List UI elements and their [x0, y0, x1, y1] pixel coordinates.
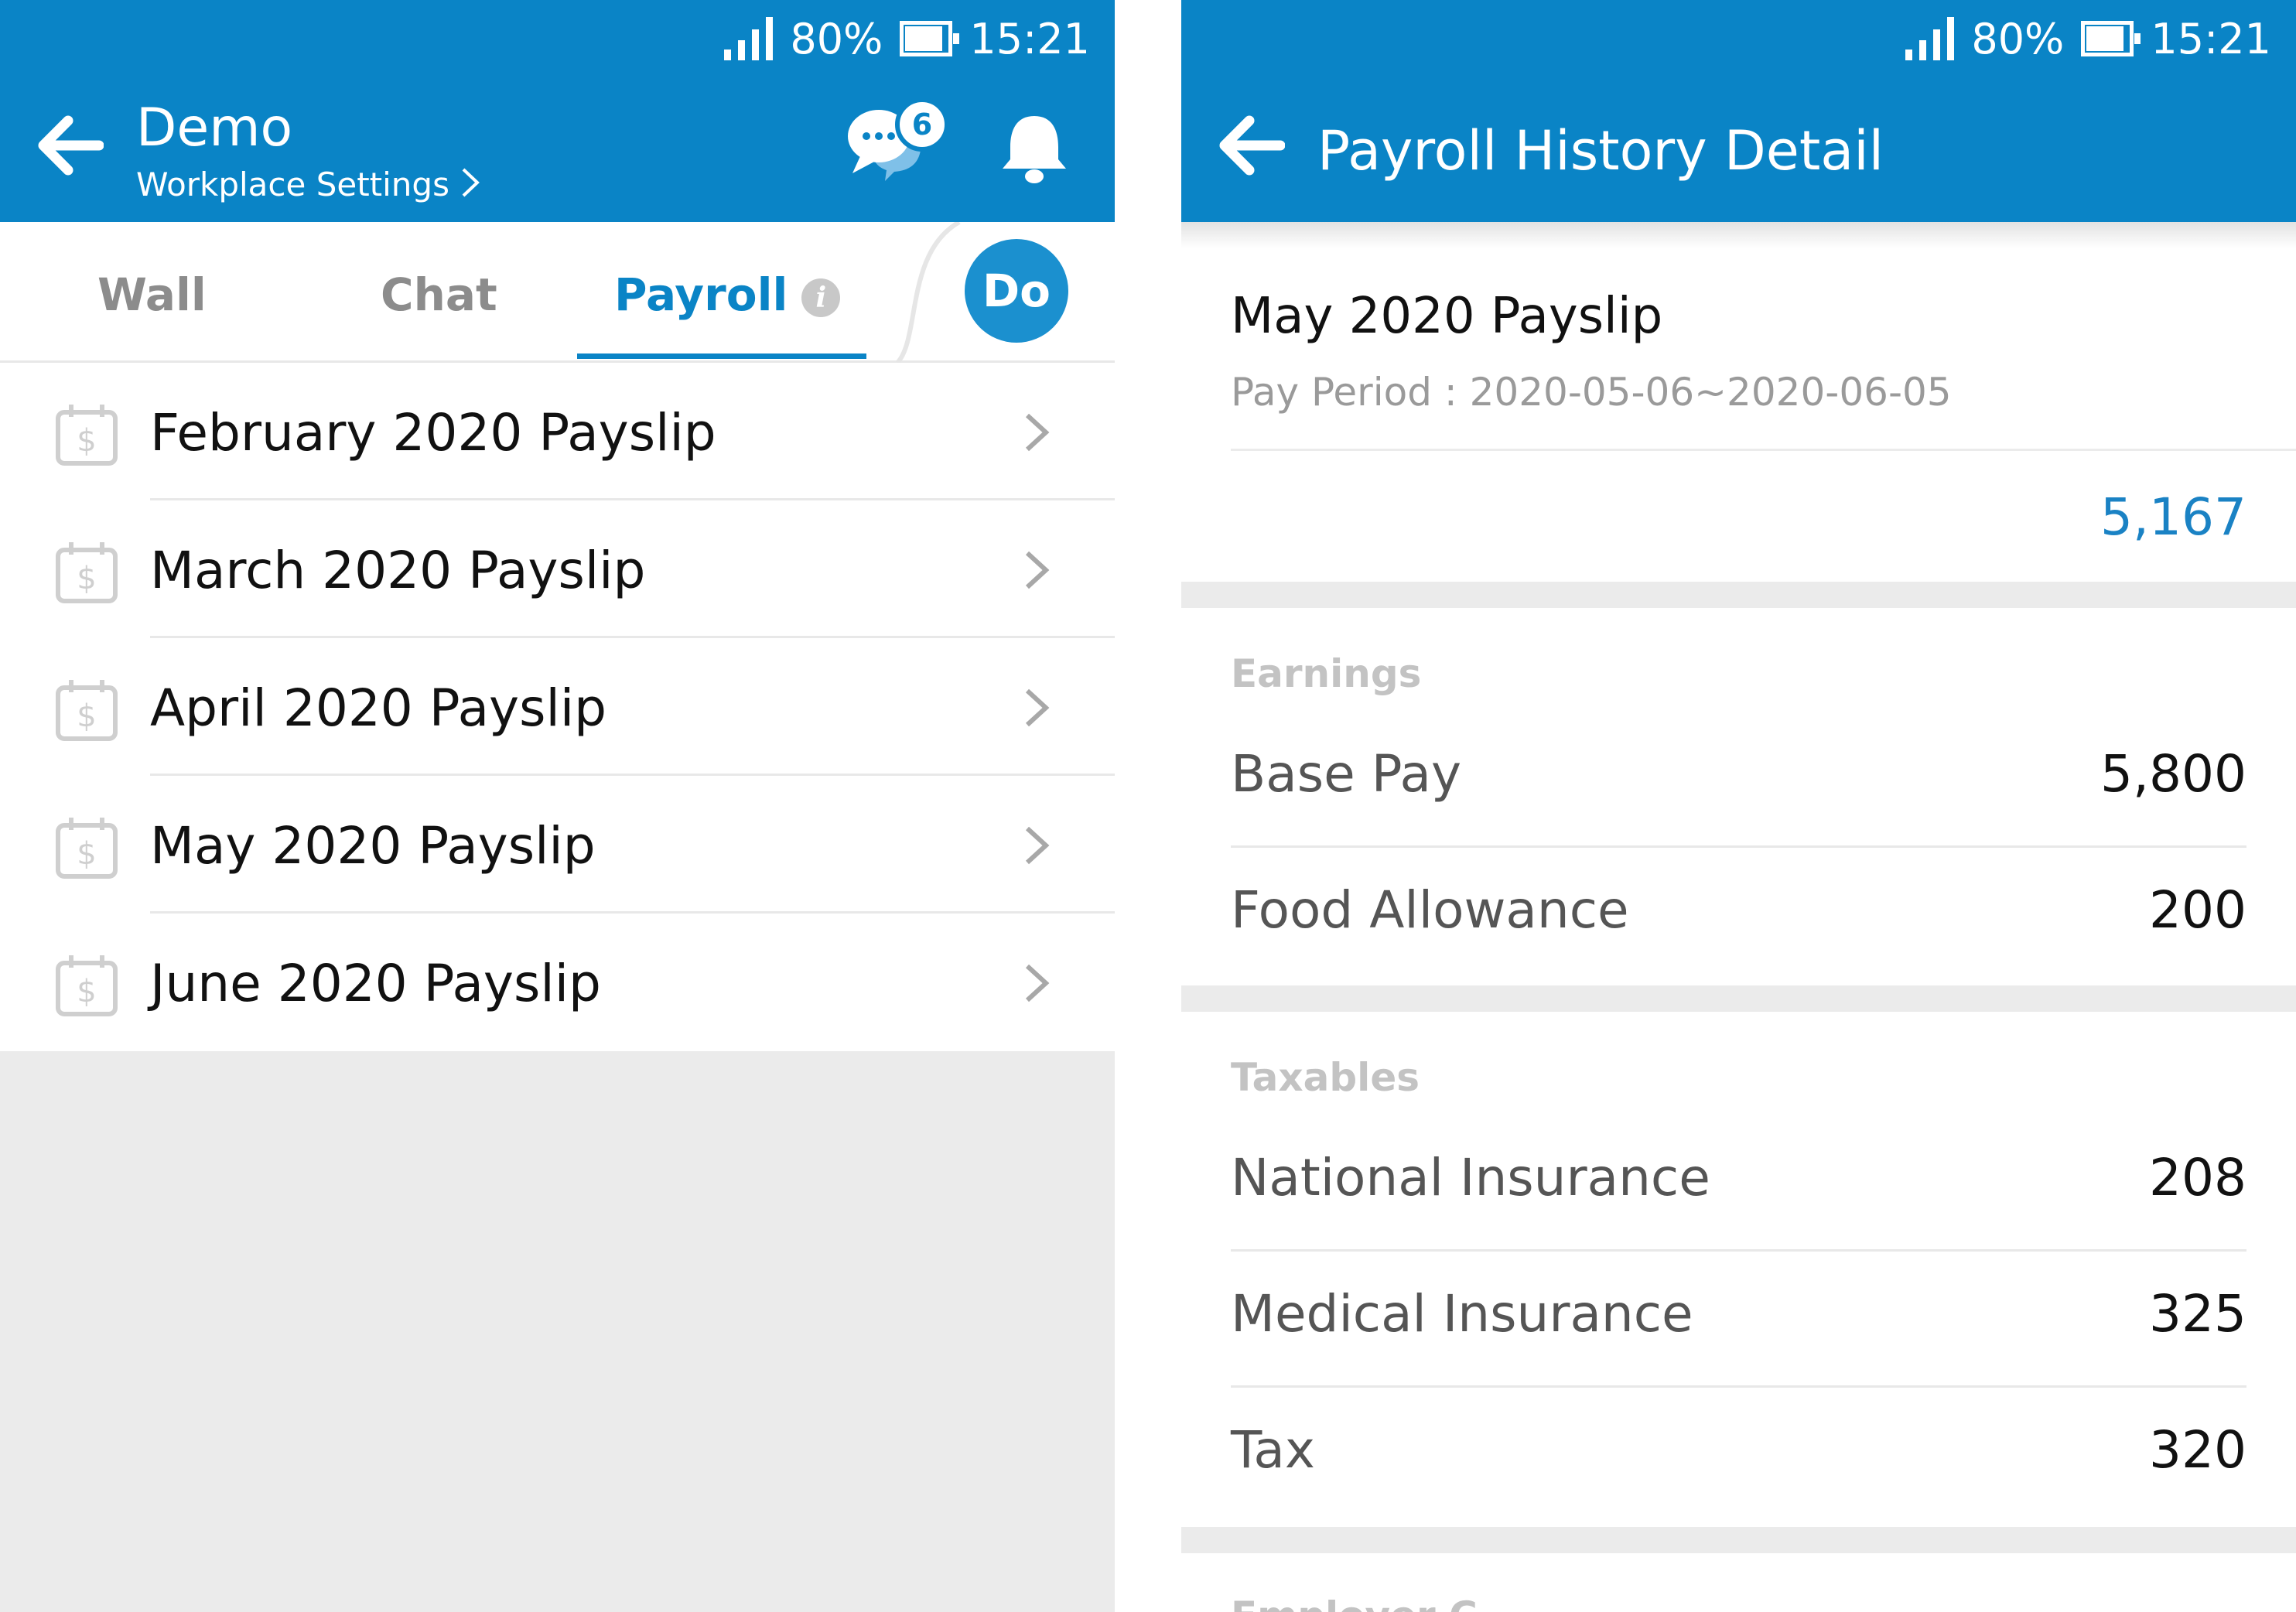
earnings-row: Food Allowance 200 [1231, 848, 2246, 984]
taxable-row: National Insurance 208 [1231, 1115, 2246, 1252]
status-bar: 80% 15:21 [724, 11, 1090, 67]
svg-text:$: $ [77, 423, 96, 459]
workplace-settings-label: Workplace Settings [136, 166, 449, 203]
chevron-right-icon [1025, 413, 1050, 452]
chevron-right-icon [1025, 964, 1050, 1002]
svg-text:$: $ [77, 561, 96, 596]
taxable-value: 325 [2149, 1284, 2246, 1344]
net-pay-amount: 5,167 [2100, 487, 2246, 547]
earnings-label: Food Allowance [1231, 880, 1629, 940]
payslip-label: May 2020 Payslip [150, 816, 596, 876]
back-arrow-icon[interactable] [37, 114, 104, 176]
svg-text:$: $ [77, 698, 96, 734]
status-bar: 80% 15:21 [1905, 11, 2271, 67]
chevron-right-icon [462, 168, 480, 197]
tab-payroll[interactable]: Payroll i [614, 268, 841, 321]
battery-percent: 80% [790, 14, 883, 63]
payslip-label: March 2020 Payslip [150, 541, 646, 600]
bell-icon[interactable] [999, 111, 1069, 185]
tab-bar: Wall Chat Payroll i [0, 222, 1115, 363]
signal-icon [1905, 17, 1955, 60]
list-item[interactable]: $ February 2020 Payslip [0, 363, 1115, 500]
tab-payroll-label: Payroll [614, 268, 788, 321]
workspace-title: Demo [136, 97, 293, 159]
app-bar: 80% 15:21 Payroll History Detail [1181, 0, 2296, 222]
status-time: 15:21 [969, 14, 1090, 63]
taxable-label: Medical Insurance [1231, 1284, 1693, 1344]
app-bar: 80% 15:21 Demo Workplace Settings 6 [0, 0, 1115, 222]
back-arrow-icon[interactable] [1218, 114, 1285, 176]
list-item[interactable]: $ May 2020 Payslip [0, 776, 1115, 914]
payslip-list: $ February 2020 Payslip $ March 2020 Pay… [0, 363, 1115, 1051]
chat-unread-badge: 6 [895, 97, 949, 152]
chevron-right-icon [1025, 688, 1050, 727]
taxable-value: 320 [2149, 1420, 2246, 1480]
payslip-calendar-icon: $ [56, 818, 118, 879]
battery-icon [900, 21, 960, 56]
list-item[interactable]: $ June 2020 Payslip [0, 914, 1115, 1051]
avatar[interactable]: Do [965, 239, 1068, 343]
section-heading-earnings: Earnings [1231, 651, 1422, 696]
payslip-calendar-icon: $ [56, 680, 118, 741]
tab-wall[interactable]: Wall [97, 268, 207, 321]
svg-text:$: $ [77, 974, 96, 1009]
payslip-label: February 2020 Payslip [150, 403, 716, 463]
payslip-label: April 2020 Payslip [150, 678, 607, 738]
payslip-calendar-icon: $ [56, 955, 118, 1016]
list-item[interactable]: $ March 2020 Payslip [0, 500, 1115, 638]
info-icon[interactable]: i [801, 278, 841, 317]
tab-chat[interactable]: Chat [381, 268, 497, 321]
taxable-label: National Insurance [1231, 1148, 1710, 1207]
section-heading-taxables: Taxables [1231, 1055, 1420, 1100]
payslip-calendar-icon: $ [56, 542, 118, 603]
chevron-right-icon [1025, 551, 1050, 589]
section-separator [1181, 1527, 2296, 1553]
workplace-settings-link[interactable]: Workplace Settings [136, 166, 482, 203]
section-separator [1181, 985, 2296, 1012]
svg-text:$: $ [77, 836, 96, 872]
pay-period: Pay Period : 2020-05-06~2020-06-05 [1231, 370, 1952, 415]
taxable-label: Tax [1231, 1420, 1315, 1480]
signal-icon [724, 17, 774, 60]
section-heading-partial: Employer C [1231, 1593, 1478, 1612]
payroll-detail-screen: 80% 15:21 Payroll History Detail May 202… [1181, 0, 2296, 1612]
earnings-value: 200 [2149, 880, 2246, 940]
header-shadow [1181, 222, 2296, 248]
section-separator [1181, 582, 2296, 608]
status-time: 15:21 [2151, 14, 2271, 63]
battery-percent: 80% [1971, 14, 2065, 63]
page-title: Payroll History Detail [1317, 119, 1884, 183]
taxable-value: 208 [2149, 1148, 2246, 1207]
payslip-title: May 2020 Payslip [1231, 288, 1663, 345]
taxable-row: Medical Insurance 325 [1231, 1252, 2246, 1388]
payslip-calendar-icon: $ [56, 405, 118, 466]
earnings-value: 5,800 [2100, 744, 2246, 804]
taxable-row: Tax 320 [1231, 1388, 2246, 1524]
list-item[interactable]: $ April 2020 Payslip [0, 638, 1115, 776]
payslip-label: June 2020 Payslip [150, 954, 601, 1013]
battery-icon [2081, 21, 2141, 56]
active-tab-indicator [577, 353, 866, 359]
earnings-label: Base Pay [1231, 744, 1462, 804]
payroll-list-screen: 80% 15:21 Demo Workplace Settings 6 Wall… [0, 0, 1115, 1612]
chevron-right-icon [1025, 826, 1050, 865]
earnings-row: Base Pay 5,800 [1231, 712, 2246, 848]
divider [1231, 449, 2296, 451]
